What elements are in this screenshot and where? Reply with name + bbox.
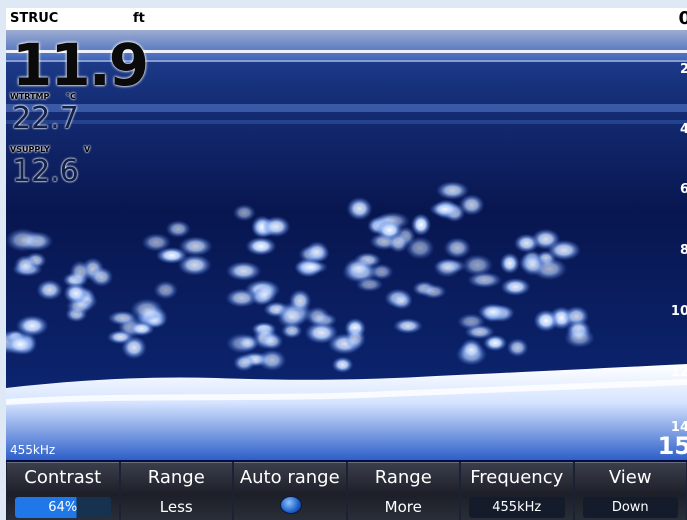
fish-echo <box>506 338 529 357</box>
fish-echo <box>344 257 373 278</box>
fish-echo <box>390 292 413 310</box>
status-bar: STRUC ft <box>6 8 687 30</box>
fish-echo <box>387 232 409 253</box>
water-temp-label: WTRTMP <box>10 92 50 101</box>
depth-scale-mark: 10 <box>670 304 687 319</box>
fish-echo <box>405 236 435 260</box>
mode-label: STRUC <box>10 11 59 26</box>
fish-echo <box>500 277 531 296</box>
fish-echo <box>546 239 582 261</box>
fish-echo <box>331 356 354 373</box>
softkey-value: Less <box>159 498 193 516</box>
fish-echo <box>429 201 461 218</box>
fish-echo <box>294 259 328 275</box>
depth-scale-mark: 12 <box>670 365 687 380</box>
fish-echo <box>121 335 147 360</box>
fish-echo <box>477 303 508 321</box>
fish-echo <box>233 354 256 372</box>
frequency-softkey[interactable]: Frequency 455kHz <box>461 462 573 520</box>
softkey-title: Frequency <box>470 467 564 488</box>
fish-echo <box>304 321 339 344</box>
softkey-title: Contrast <box>24 467 102 488</box>
view-softkey[interactable]: View Down <box>574 462 686 520</box>
softkey-title: Range <box>374 467 432 488</box>
fish-echo <box>459 338 483 361</box>
fish-echo <box>262 216 291 238</box>
water-temp-value: 22.7 <box>12 101 79 136</box>
fish-echo <box>141 233 171 252</box>
fish-echo <box>355 276 384 292</box>
sonar-screen: STRUC ft 11.9 WTRTMP °C 22.7 VSUPPLY V 1… <box>6 8 687 520</box>
auto-range-softkey[interactable]: Auto range <box>234 462 346 520</box>
fish-echo <box>153 280 178 300</box>
depth-scale-zero: 0 <box>678 8 687 29</box>
fish-echo <box>236 335 259 351</box>
fish-echo <box>89 266 114 287</box>
fish-echo <box>15 315 49 337</box>
fish-echo <box>257 349 287 371</box>
fish-echo <box>344 327 366 350</box>
fish-echo <box>14 255 37 275</box>
softkey-title: View <box>608 467 652 488</box>
supply-voltage-value: 12.6 <box>12 154 79 189</box>
fish-echo <box>36 279 63 301</box>
fish-echo <box>254 283 277 305</box>
fish-echo <box>63 282 88 305</box>
range-more-softkey[interactable]: Range More <box>347 462 459 520</box>
softkey-title: Range <box>147 467 205 488</box>
fish-echo <box>513 233 540 253</box>
fish-echo <box>433 258 461 278</box>
supply-voltage-label: VSUPPLY <box>10 145 50 154</box>
fish-echo <box>305 241 330 263</box>
fish-echo <box>393 318 423 334</box>
fish-echo <box>6 333 35 356</box>
fish-echo <box>520 253 546 276</box>
contrast-level-bar: 64% <box>15 497 111 518</box>
softkey-value: 455kHz <box>469 497 565 518</box>
fish-echo <box>288 289 312 313</box>
fish-echo <box>410 213 431 236</box>
auto-range-indicator-icon <box>279 496 302 514</box>
contrast-softkey[interactable]: Contrast 64% <box>7 462 119 520</box>
fish-echo <box>420 284 447 299</box>
depth-scale-mark: 8 <box>679 243 687 258</box>
units-label: ft <box>133 11 145 26</box>
fish-echo <box>499 252 520 275</box>
fish-echo <box>346 197 373 221</box>
depth-scale-mark: 6 <box>679 182 687 197</box>
fish-echo <box>165 220 191 238</box>
fish-echo <box>178 236 213 257</box>
range-less-softkey[interactable]: Range Less <box>120 462 232 520</box>
depth-readout: 11.9 <box>12 31 149 99</box>
softkey-title: Auto range <box>239 467 340 488</box>
fish-echo <box>483 334 508 352</box>
fish-echo <box>225 261 262 281</box>
fish-echo <box>260 332 284 350</box>
supply-voltage-unit: V <box>84 145 91 154</box>
fish-echo <box>533 309 559 332</box>
fish-echo <box>6 228 41 252</box>
depth-scale-mark: 4 <box>679 122 687 137</box>
water-temp-unit: °C <box>66 92 76 101</box>
softkey-bar: Contrast 64% Range Less Auto range Range… <box>6 462 687 520</box>
frequency-label: 455kHz <box>10 443 56 457</box>
fish-echo <box>467 271 503 289</box>
softkey-value: Down <box>582 497 678 518</box>
fish-echo <box>232 204 256 222</box>
fish-echo <box>69 260 91 284</box>
fish-echo <box>443 237 471 259</box>
softkey-value: More <box>384 498 422 516</box>
depth-scale-mark: 2 <box>679 62 687 77</box>
fish-echo <box>245 236 277 256</box>
depth-scale-bottom: 15 <box>657 432 687 460</box>
fish-echo <box>563 327 595 348</box>
fish-echo <box>128 321 155 337</box>
